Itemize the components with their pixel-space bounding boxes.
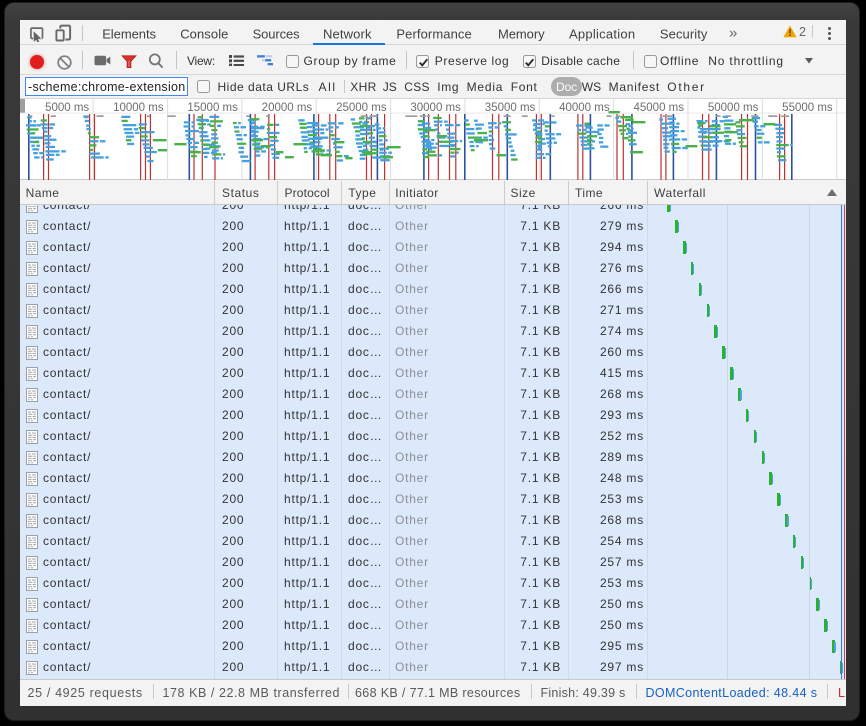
- svg-text:10000 ms: 10000 ms: [113, 102, 164, 114]
- svg-text:40000 ms: 40000 ms: [559, 102, 610, 114]
- svg-text:25000 ms: 25000 ms: [336, 102, 387, 114]
- svg-text:20000 ms: 20000 ms: [262, 102, 313, 114]
- svg-text:45000 ms: 45000 ms: [633, 102, 684, 114]
- svg-text:35000 ms: 35000 ms: [485, 102, 536, 114]
- svg-text:15000 ms: 15000 ms: [187, 102, 238, 114]
- svg-text:55000 ms: 55000 ms: [782, 102, 833, 114]
- svg-text:5000 ms: 5000 ms: [45, 102, 89, 114]
- svg-text:30000 ms: 30000 ms: [410, 102, 461, 114]
- svg-text:50000 ms: 50000 ms: [708, 102, 759, 114]
